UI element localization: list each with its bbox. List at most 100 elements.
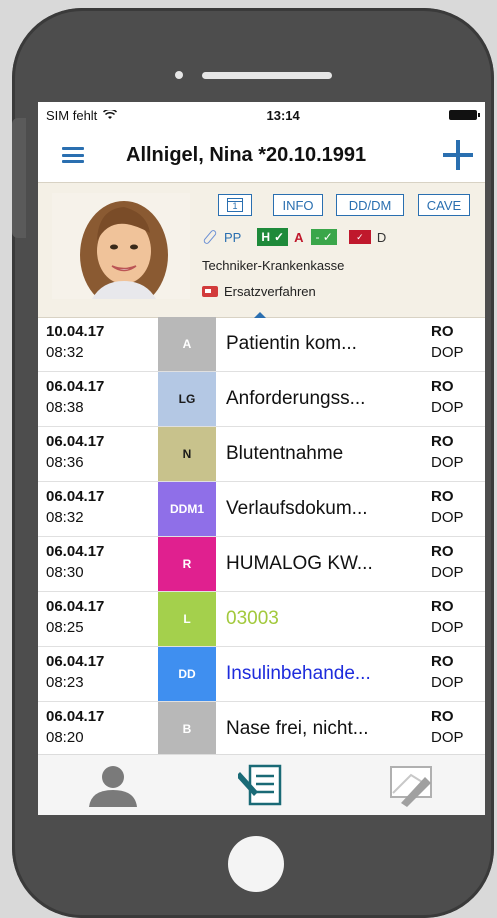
entry-author: RO DOP xyxy=(431,427,485,481)
entry-author-1: RO xyxy=(431,488,454,505)
entry-type-badge: L xyxy=(158,592,216,646)
entry-author-1: RO xyxy=(431,378,454,395)
entry-row[interactable]: 10.04.17 08:32 A Patientin kom... RO DOP xyxy=(38,317,485,372)
pen-icon xyxy=(202,229,220,245)
entry-datetime: 06.04.17 08:30 xyxy=(38,537,158,591)
speaker-grill xyxy=(202,72,332,79)
dd-dm-button[interactable]: DD/DM xyxy=(336,194,404,216)
entry-datetime: 06.04.17 08:20 xyxy=(38,702,158,756)
card-icon xyxy=(202,286,218,297)
entry-text: Blutentnahme xyxy=(226,443,344,464)
entry-type-badge: LG xyxy=(158,372,216,426)
tab-bar xyxy=(38,754,485,815)
cave-button[interactable]: CAVE xyxy=(418,194,470,216)
entry-row[interactable]: 06.04.17 08:32 DDM1 Verlaufsdokum... RO DOP xyxy=(38,482,485,537)
entry-type-badge: DD xyxy=(158,647,216,701)
status-bar: SIM fehlt 13:14 xyxy=(38,102,485,128)
entry-type-badge: R xyxy=(158,537,216,591)
entry-type-badge: DDM1 xyxy=(158,482,216,536)
entry-type-badge: A xyxy=(158,317,216,371)
procedure-label: Ersatzverfahren xyxy=(224,284,316,299)
insurance-label: Techniker-Krankenkasse xyxy=(202,258,345,273)
entry-row[interactable]: 06.04.17 08:25 L 03003 RO DOP xyxy=(38,592,485,647)
check-badge[interactable]: - ✓ xyxy=(311,229,337,245)
person-icon xyxy=(88,766,137,807)
entry-author: RO DOP xyxy=(431,592,485,646)
entry-author: RO DOP xyxy=(431,372,485,426)
entry-author-1: RO xyxy=(431,323,454,340)
entry-time: 08:38 xyxy=(46,399,84,416)
entry-datetime: 06.04.17 08:25 xyxy=(38,592,158,646)
entry-time: 08:20 xyxy=(46,729,84,746)
entry-author-1: RO xyxy=(431,708,454,725)
entry-date: 06.04.17 xyxy=(46,598,105,615)
add-icon[interactable] xyxy=(443,140,473,170)
entry-row[interactable]: 06.04.17 08:36 N Blutentnahme RO DOP xyxy=(38,427,485,482)
entry-row[interactable]: 06.04.17 08:30 R HUMALOG KW... RO DOP xyxy=(38,537,485,592)
entry-text: Anforderungss... xyxy=(226,388,366,409)
entry-author-1: RO xyxy=(431,598,454,615)
entry-row[interactable]: 06.04.17 08:38 LG Anforderungss... RO DOP xyxy=(38,372,485,427)
tab-patient[interactable] xyxy=(38,755,187,815)
entry-author-1: RO xyxy=(431,653,454,670)
entry-datetime: 06.04.17 08:38 xyxy=(38,372,158,426)
tab-documents[interactable] xyxy=(187,755,336,815)
entry-author: RO DOP xyxy=(431,482,485,536)
carrier-label: SIM fehlt xyxy=(46,107,98,123)
entry-author-2: DOP xyxy=(431,399,464,416)
entry-author: RO DOP xyxy=(431,317,485,371)
entry-time: 08:23 xyxy=(46,674,84,691)
entry-date: 06.04.17 xyxy=(46,708,105,725)
entry-list: 10.04.17 08:32 A Patientin kom... RO DOP 06.04… xyxy=(38,317,485,757)
entry-date: 06.04.17 xyxy=(46,653,105,670)
patient-title: Allnigel, Nina *20.10.1991 xyxy=(126,144,367,166)
entry-date: 06.04.17 xyxy=(46,433,105,450)
entry-date: 06.04.17 xyxy=(46,543,105,560)
menu-icon[interactable] xyxy=(62,147,84,163)
entry-time: 08:32 xyxy=(46,509,84,526)
d-badge[interactable]: ✓ xyxy=(348,230,371,244)
a-label: A xyxy=(294,229,304,245)
entry-time: 08:32 xyxy=(46,344,84,361)
h-badge[interactable]: H ✓ xyxy=(257,228,289,246)
entry-author-1: RO xyxy=(431,543,454,560)
calendar-button[interactable]: 1 xyxy=(218,194,252,216)
entry-row[interactable]: 06.04.17 08:20 B Nase frei, nicht... RO DOP xyxy=(38,702,485,757)
entry-text: 03003 xyxy=(226,608,279,629)
home-button[interactable] xyxy=(228,836,284,892)
entry-author-2: DOP xyxy=(431,729,464,746)
entry-author-2: DOP xyxy=(431,619,464,636)
patient-photo[interactable] xyxy=(52,193,190,299)
d-label: D xyxy=(376,229,387,245)
entry-author-2: DOP xyxy=(431,454,464,471)
entry-author: RO DOP xyxy=(431,537,485,591)
entry-author-2: DOP xyxy=(431,509,464,526)
status-flags: PP H ✓ A - ✓ ✓ D xyxy=(202,228,386,246)
procedure-row: Ersatzverfahren xyxy=(202,284,316,299)
entry-text: Patientin kom... xyxy=(226,333,357,354)
nav-bar: Allnigel, Nina *20.10.1991 xyxy=(38,128,485,183)
entry-text: Verlaufsdokum... xyxy=(226,498,368,519)
camera-icon xyxy=(175,71,183,79)
entry-time: 08:30 xyxy=(46,564,84,581)
info-button[interactable]: INFO xyxy=(273,194,323,216)
entry-author-2: DOP xyxy=(431,564,464,581)
entry-datetime: 06.04.17 08:36 xyxy=(38,427,158,481)
entry-text: Nase frei, nicht... xyxy=(226,718,369,739)
entry-row[interactable]: 06.04.17 08:23 DD Insulinbehande... RO DOP xyxy=(38,647,485,702)
entry-author: RO DOP xyxy=(431,647,485,701)
entry-datetime: 10.04.17 08:32 xyxy=(38,317,158,371)
draw-icon xyxy=(389,766,432,807)
pp-label[interactable]: PP xyxy=(224,230,241,245)
entry-time: 08:36 xyxy=(46,454,84,471)
entry-type-badge: N xyxy=(158,427,216,481)
entry-type-badge: B xyxy=(158,702,216,756)
entry-time: 08:25 xyxy=(46,619,84,636)
entry-date: 06.04.17 xyxy=(46,378,105,395)
entry-author-2: DOP xyxy=(431,344,464,361)
entry-datetime: 06.04.17 08:23 xyxy=(38,647,158,701)
entry-date: 06.04.17 xyxy=(46,488,105,505)
entry-author: RO DOP xyxy=(431,702,485,756)
phone-side-button xyxy=(12,118,26,238)
tab-drawing[interactable] xyxy=(336,755,485,815)
